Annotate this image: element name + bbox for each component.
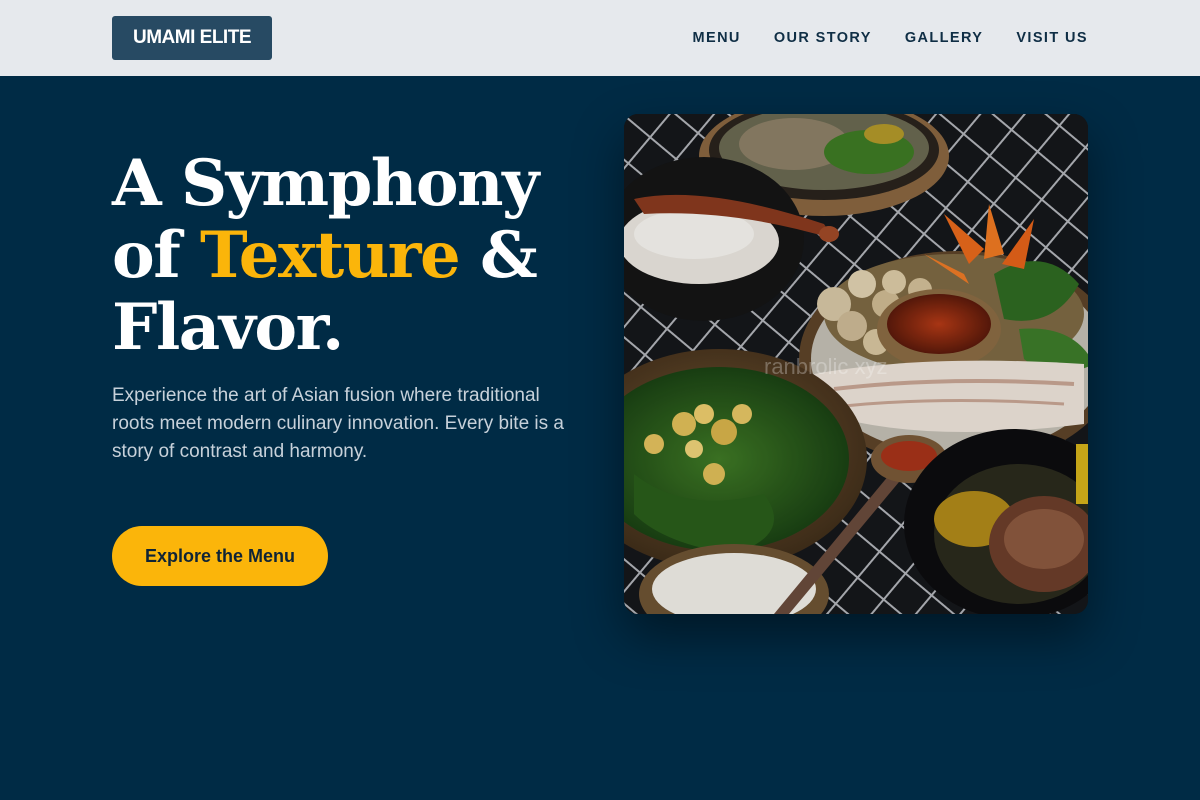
image-watermark: ranbrolic xyz xyxy=(764,354,887,379)
headline-line-2: of Texture & xyxy=(112,220,582,292)
explore-menu-button[interactable]: Explore the Menu xyxy=(112,526,328,586)
headline-line-3: Flavor. xyxy=(112,290,344,365)
headline-of: of xyxy=(112,218,200,293)
navbar: UMAMI ELITE MENU OUR STORY GALLERY VISIT… xyxy=(0,0,1200,76)
hero-food-image: ranbrolic xyz xyxy=(624,114,1088,614)
nav-link-menu[interactable]: MENU xyxy=(693,30,741,46)
nav-link-visit-us[interactable]: VISIT US xyxy=(1016,30,1088,46)
hero-description: Experience the art of Asian fusion where… xyxy=(112,385,564,462)
brand-logo[interactable]: UMAMI ELITE xyxy=(112,16,272,60)
headline-line-1: A Symphony xyxy=(112,146,539,221)
nav-link-our-story[interactable]: OUR STORY xyxy=(774,30,872,46)
hero-headline: A Symphony of Texture & Flavor. xyxy=(112,148,582,364)
nav-link-gallery[interactable]: GALLERY xyxy=(905,30,984,46)
headline-ampersand: & xyxy=(459,218,538,293)
headline-accent: Texture xyxy=(200,218,461,293)
nav-links: MENU OUR STORY GALLERY VISIT US xyxy=(693,0,1088,76)
